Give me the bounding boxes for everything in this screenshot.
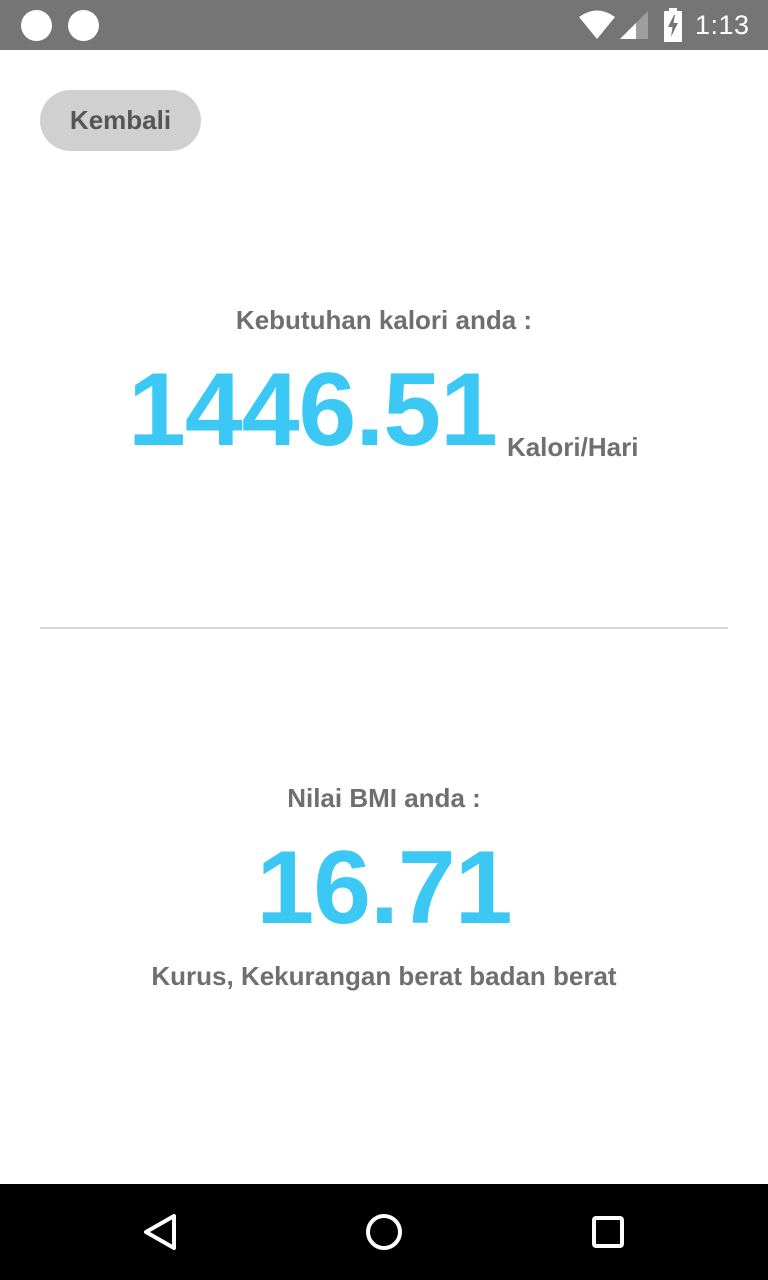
back-button[interactable]: Kembali: [40, 90, 201, 151]
status-bar: 1:13: [0, 0, 768, 50]
navigation-bar: [0, 1184, 768, 1280]
notification-dot-icon: [68, 10, 99, 41]
bmi-value: 16.71: [256, 830, 512, 946]
notification-dot-icon: [21, 10, 52, 41]
back-triangle-icon[interactable]: [136, 1208, 184, 1256]
result-screen: Kembali Kebutuhan kalori anda : 1446.51 K…: [0, 50, 768, 1184]
calorie-row: 1446.51 Kalori/Hari: [128, 355, 638, 465]
battery-charging-icon: [664, 8, 682, 42]
recents-square-icon[interactable]: [584, 1208, 632, 1256]
calorie-unit: Kalori/Hari: [506, 432, 639, 462]
home-circle-icon[interactable]: [360, 1208, 408, 1256]
calorie-value: 1446.51: [128, 352, 498, 468]
clock: 1:13: [695, 10, 750, 40]
wifi-icon: [579, 10, 615, 39]
bmi-label: Nilai BMI anda :: [287, 783, 481, 813]
divider: [40, 627, 728, 629]
bmi-status: Kurus, Kekurangan berat badan berat: [151, 961, 617, 991]
signal-icon: [620, 11, 648, 39]
calorie-label: Kebutuhan kalori anda :: [235, 305, 533, 335]
